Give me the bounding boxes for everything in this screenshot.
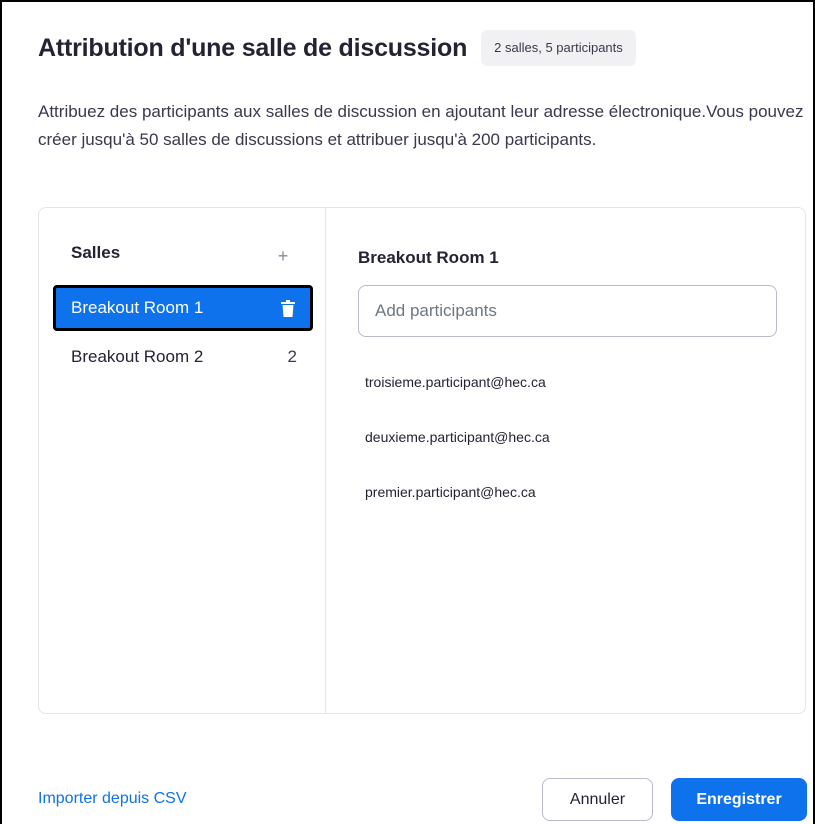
selected-room-title: Breakout Room 1 [358, 248, 499, 267]
participant-email: premier.participant@hec.ca [365, 484, 536, 500]
room-detail-column: Breakout Room 1 troisieme.participant@he… [327, 208, 805, 713]
cancel-button[interactable]: Annuler [542, 778, 653, 821]
room-item-breakout-room-2[interactable]: Breakout Room 2 2 [55, 336, 311, 378]
dialog-title: Attribution d'une salle de discussion [38, 33, 468, 62]
add-participants-input[interactable] [358, 285, 777, 337]
breakout-assignment-dialog: Attribution d'une salle de discussion 2 … [0, 0, 815, 824]
participant-list: troisieme.participant@hec.ca deuxieme.pa… [365, 374, 550, 539]
import-csv-link[interactable]: Importer depuis CSV [38, 790, 187, 808]
room-participant-count: 2 [287, 347, 297, 366]
rooms-list-column: Salles + Breakout Room 1 Breakout Room 2… [39, 208, 326, 713]
room-item-breakout-room-1[interactable]: Breakout Room 1 [53, 285, 313, 331]
save-button[interactable]: Enregistrer [671, 778, 807, 821]
room-item-label: Breakout Room 1 [71, 298, 204, 317]
rooms-panel: Salles + Breakout Room 1 Breakout Room 2… [38, 207, 806, 714]
dialog-description: Attribuez des participants aux salles de… [38, 102, 804, 149]
participant-email: troisieme.participant@hec.ca [365, 374, 546, 390]
trash-icon[interactable] [277, 297, 299, 319]
summary-badge: 2 salles, 5 participants [481, 30, 636, 66]
participant-email: deuxieme.participant@hec.ca [365, 429, 550, 445]
title-row: Attribution d'une salle de discussion 2 … [38, 30, 636, 66]
add-room-button[interactable]: + [275, 247, 291, 265]
rooms-header: Salles [71, 243, 121, 262]
room-item-label: Breakout Room 2 [71, 347, 204, 366]
